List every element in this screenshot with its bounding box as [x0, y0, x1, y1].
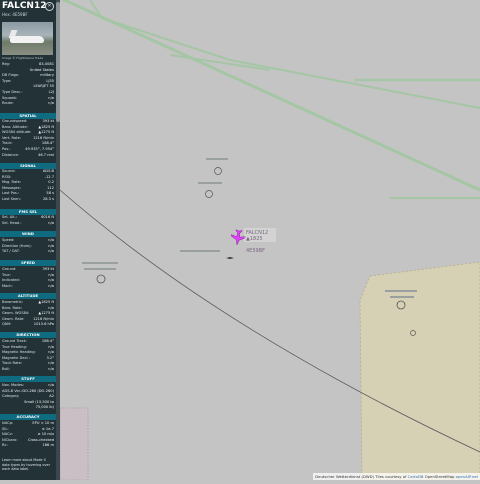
detail-value: 186 m [42, 443, 54, 448]
map-canvas[interactable]: FALCN12 ▲1825 4E59BF [59, 0, 480, 481]
section-altitude[interactable]: ALTITUDE [0, 293, 56, 299]
attribution-osm[interactable]: OpenStreetMap [425, 474, 455, 479]
signal-rows: Source: ADS-B RSSI: -12.7 Msg. Rate: 0.2 Messa… [2, 169, 54, 203]
stuff-rows: Nav. Modes: n/a ADS-B Ver.: DO-260 (DO-260)… [2, 383, 54, 411]
detail-label[interactable]: Type: [2, 79, 11, 85]
detail-value: 46.7 nmi [38, 152, 54, 157]
detail-row: Sel. Head.: n/a [2, 221, 54, 227]
info-rows: Reg: 83-0081 United States DB Flags: militar… [2, 62, 54, 107]
aircraft-body-shape [10, 36, 44, 43]
detail-label[interactable]: Category: [2, 394, 19, 400]
detail-label[interactable]: Roll: [2, 367, 10, 373]
altitude-rows: Barometric: ▲1825 ft Baro. Rate: n/a Geom. W… [2, 300, 54, 328]
detail-value: n/a [48, 249, 54, 254]
place-label [390, 296, 414, 298]
detail-row: Distance: 46.7 nmi [2, 153, 54, 159]
sidebar-header: FALCN12 Hex: 4E59BF ✕ [0, 0, 56, 22]
detail-row: Mach: n/a [2, 284, 54, 290]
aircraft-photo[interactable] [2, 22, 53, 55]
detail-label[interactable]: Reg: [2, 62, 10, 68]
speed-rows: Ground: 393 kt True: n/a Indicated: n/a Mach: n… [2, 267, 54, 289]
detail-value: n/a [48, 366, 54, 371]
section-stuff[interactable]: STUFF [0, 376, 56, 382]
place-label [84, 268, 116, 270]
detail-row: Last Seen: 28.3 s [2, 197, 54, 203]
section-wind[interactable]: WIND [0, 231, 56, 237]
aircraft-label-altitude: ▲1825 [246, 236, 263, 242]
map-view[interactable]: FALCN12 ▲1825 4E59BF Deutscher Wetterdie… [59, 0, 480, 481]
callsign: FALCN12 [2, 1, 47, 11]
detail-row: 75,000 lb) [2, 405, 54, 411]
spatial-rows: Groundspeed: 393 kt Baro. Altitude: ▲1825 f… [2, 119, 54, 158]
detail-value: n/a [48, 283, 54, 288]
detail-label[interactable]: Mach: [2, 284, 13, 290]
detail-label[interactable]: Route: [2, 101, 14, 107]
info-sidebar: FALCN12 Hex: 4E59BF ✕ Image © FlightAwar… [0, 0, 56, 480]
map-attribution: Deutscher Wetterdienst (DWD) Tiles court… [313, 473, 480, 480]
fms-rows: Sel. Alt.: 6016 ft Sel. Head.: n/a [2, 215, 54, 226]
hex-code: Hex: 4E59BF [2, 12, 28, 17]
detail-value: n/a [48, 220, 54, 225]
place-label [206, 158, 228, 160]
aircraft-label-hex: 4E59BF [246, 248, 265, 254]
place-label [82, 262, 118, 264]
help-note: Learn more about Mode S data types by ho… [2, 458, 50, 472]
detail-label[interactable]: Distance: [2, 153, 19, 159]
detail-row: QNH: 1013.6 hPa [2, 322, 54, 328]
restricted-area[interactable] [359, 261, 480, 481]
place-label [385, 290, 417, 292]
detail-label[interactable]: Last Seen: [2, 197, 21, 203]
detail-value: 1013.6 hPa [33, 322, 54, 327]
attribution-text: Deutscher Wetterdienst (DWD) Tiles court… [315, 474, 407, 479]
openaip-link[interactable]: openAIP.net [456, 474, 478, 479]
detail-row: TAT / OAT: n/a [2, 249, 54, 255]
detail-label[interactable]: Sel. Head.: [2, 221, 22, 227]
detail-label[interactable]: QNH: [2, 322, 11, 328]
place-label [198, 182, 222, 184]
detail-label[interactable]: Rc: [2, 443, 8, 449]
danger-area[interactable] [59, 407, 89, 481]
cartodb-link[interactable]: CartoDB [408, 474, 424, 479]
close-icon[interactable]: ✕ [45, 2, 54, 11]
detail-row: Route: n/a [2, 101, 54, 107]
detail-row: Rc: 186 m [2, 443, 54, 449]
place-label [180, 250, 220, 252]
direction-rows: Ground Track: 188.4° True Heading: n/a Magne… [2, 339, 54, 373]
wind-rows: Speed: n/a Direction (from): n/a TAT / OAT: n… [2, 238, 54, 255]
photo-credit[interactable]: Image © FlightAware Trade [2, 56, 43, 60]
detail-value: 28.3 s [42, 196, 54, 201]
detail-label[interactable]: TAT / OAT: [2, 249, 20, 255]
detail-value: n/a [48, 101, 54, 106]
section-speed[interactable]: SPEED [0, 260, 56, 266]
accuracy-rows: NACp: EPU < 10 m SIL: ≤ 1e-7 NACv: ≥ 10 m/s NI… [2, 421, 54, 449]
detail-row: Roll: n/a [2, 367, 54, 373]
section-accuracy[interactable]: ACCURACY [0, 414, 56, 420]
section-direction[interactable]: DIRECTION [0, 332, 56, 338]
detail-value: 75,000 lb) [35, 405, 54, 410]
